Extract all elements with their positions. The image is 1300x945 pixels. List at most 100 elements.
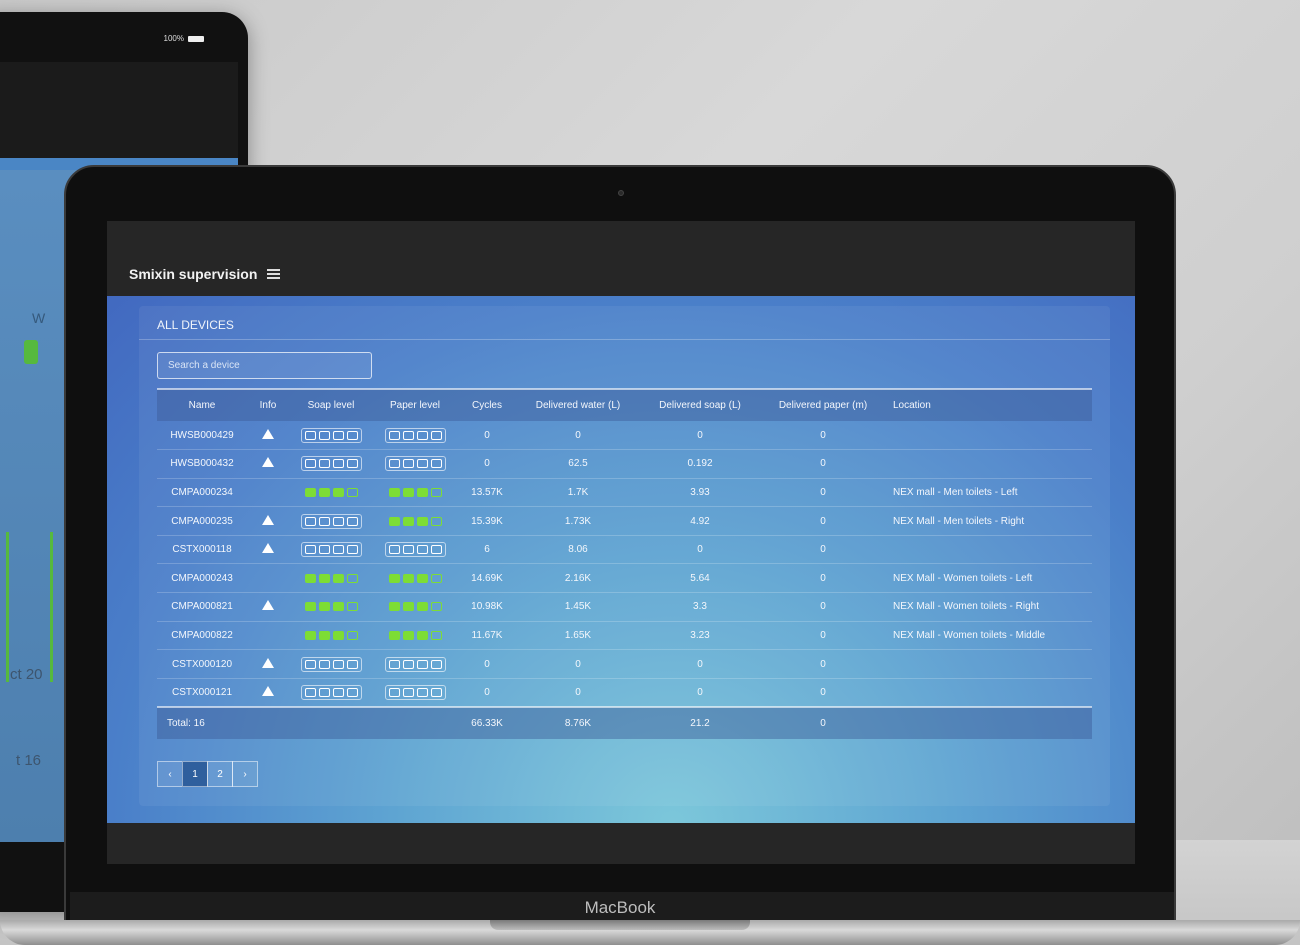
- level-segment: [318, 573, 330, 583]
- info-cell: [247, 421, 289, 451]
- device-name: CSTX000120: [157, 649, 247, 679]
- level-segment: [346, 687, 358, 697]
- table-row[interactable]: CMPA000243 14.69K 2.16K 5.64 0 NEX Mall - Wom…: [157, 563, 1092, 594]
- column-header-delivered-paper[interactable]: Delivered paper (m): [761, 389, 885, 421]
- device-name: CMPA000234: [157, 478, 247, 508]
- level-segment: [388, 687, 400, 697]
- level-segment: [304, 430, 316, 440]
- level-segment: [388, 459, 400, 469]
- table-row[interactable]: CSTX000118 6 8.06 0 0: [157, 535, 1092, 565]
- column-header-delivered-soap[interactable]: Delivered soap (L): [639, 389, 761, 421]
- level-segment: [346, 630, 358, 640]
- level-segment: [318, 545, 330, 555]
- soap-level-indicator: [301, 485, 362, 500]
- tablet-axis-label: t 16: [16, 752, 42, 769]
- soap-level: [289, 535, 373, 565]
- main-content: ALL DEVICES Name Info Soap level Paper l…: [107, 296, 1135, 823]
- delivered-paper-value: 0: [761, 506, 885, 536]
- level-segment: [402, 545, 414, 555]
- table-row[interactable]: HWSB000432 0 62.5 0.192 0: [157, 449, 1092, 479]
- table-row[interactable]: CMPA000821 10.98K 1.45K 3.3 0 NEX Mall - Wome…: [157, 592, 1092, 622]
- warning-icon[interactable]: [262, 657, 274, 668]
- info-cell: [247, 592, 289, 622]
- level-segment: [388, 573, 400, 583]
- level-segment: [430, 430, 442, 440]
- table-row[interactable]: CSTX000121 0 0 0 0: [157, 678, 1092, 708]
- warning-icon[interactable]: [262, 685, 274, 696]
- page-button-1[interactable]: 1: [182, 761, 208, 787]
- soap-level-indicator: [300, 542, 362, 558]
- delivered-soap-value: 3.3: [639, 592, 761, 622]
- soap-level: [289, 478, 373, 508]
- tablet-status-bar: 100%: [164, 34, 204, 43]
- hamburger-menu-icon[interactable]: [267, 269, 280, 279]
- page-button-2[interactable]: 2: [207, 761, 233, 787]
- level-segment: [332, 630, 344, 640]
- table-row[interactable]: CSTX000120 0 0 0 0: [157, 649, 1092, 679]
- level-segment: [346, 545, 358, 555]
- paper-level: [373, 478, 457, 508]
- delivered-water-value: 2.16K: [517, 563, 639, 594]
- delivered-soap-value: 5.64: [639, 563, 761, 594]
- level-segment: [416, 545, 428, 555]
- level-segment: [388, 430, 400, 440]
- column-header-name[interactable]: Name: [157, 389, 247, 421]
- devices-panel: ALL DEVICES Name Info Soap level Paper l…: [139, 306, 1110, 806]
- warning-icon[interactable]: [262, 457, 274, 468]
- warning-icon[interactable]: [262, 600, 274, 611]
- location-value: [885, 421, 1092, 451]
- level-segment: [318, 516, 330, 526]
- paper-level: [373, 421, 457, 451]
- column-header-info[interactable]: Info: [247, 389, 289, 421]
- delivered-water-value: 0: [517, 421, 639, 451]
- warning-icon[interactable]: [262, 428, 274, 439]
- column-header-paper-level[interactable]: Paper level: [373, 389, 457, 421]
- device-name: HWSB000432: [157, 449, 247, 479]
- table-row[interactable]: CMPA000234 13.57K 1.7K 3.93 0 NEX mall - Men …: [157, 478, 1092, 508]
- prev-page-button[interactable]: ‹: [157, 761, 183, 787]
- column-header-location[interactable]: Location: [885, 389, 1092, 421]
- warning-icon[interactable]: [262, 514, 274, 525]
- column-header-delivered-water[interactable]: Delivered water (L): [517, 389, 639, 421]
- table-row[interactable]: CMPA000235 15.39K 1.73K 4.92 0 NEX Mall - Men…: [157, 506, 1092, 536]
- warning-icon[interactable]: [262, 543, 274, 554]
- delivered-water-value: 62.5: [517, 449, 639, 479]
- paper-level: [373, 649, 457, 679]
- search-input[interactable]: [157, 352, 372, 379]
- delivered-paper-value: 0: [761, 478, 885, 508]
- level-segment: [346, 430, 358, 440]
- level-segment: [430, 687, 442, 697]
- level-segment: [332, 573, 344, 583]
- app-bar: Smixin supervision: [107, 221, 1135, 296]
- table-row[interactable]: CMPA000822 11.67K 1.65K 3.23 0 NEX Mall - Wom…: [157, 621, 1092, 651]
- level-segment: [402, 573, 414, 583]
- column-header-cycles[interactable]: Cycles: [457, 389, 517, 421]
- next-page-button[interactable]: ›: [232, 761, 258, 787]
- paper-level: [373, 449, 457, 479]
- level-segment: [332, 516, 344, 526]
- info-cell: [247, 449, 289, 479]
- level-segment: [430, 545, 442, 555]
- soap-level-indicator: [301, 571, 362, 586]
- delivered-water-value: 1.45K: [517, 592, 639, 622]
- column-header-soap-level[interactable]: Soap level: [289, 389, 373, 421]
- delivered-soap-value: 0.192: [639, 449, 761, 479]
- tablet-chart-bar: [50, 532, 53, 682]
- total-location: [885, 707, 1092, 739]
- location-value: NEX Mall - Women toilets - Left: [885, 563, 1092, 594]
- paper-level: [373, 563, 457, 594]
- soap-level-indicator: [300, 427, 362, 443]
- level-segment: [402, 516, 414, 526]
- level-segment: [416, 487, 428, 497]
- delivered-water-value: 1.73K: [517, 506, 639, 536]
- level-segment: [318, 687, 330, 697]
- level-segment: [416, 459, 428, 469]
- delivered-soap-value: 0: [639, 649, 761, 679]
- level-segment: [332, 687, 344, 697]
- level-segment: [388, 487, 400, 497]
- delivered-paper-value: 0: [761, 449, 885, 479]
- total-cycles: 66.33K: [471, 717, 503, 729]
- table-row[interactable]: HWSB000429 0 0 0 0: [157, 421, 1092, 451]
- level-segment: [416, 602, 428, 612]
- level-segment: [304, 602, 316, 612]
